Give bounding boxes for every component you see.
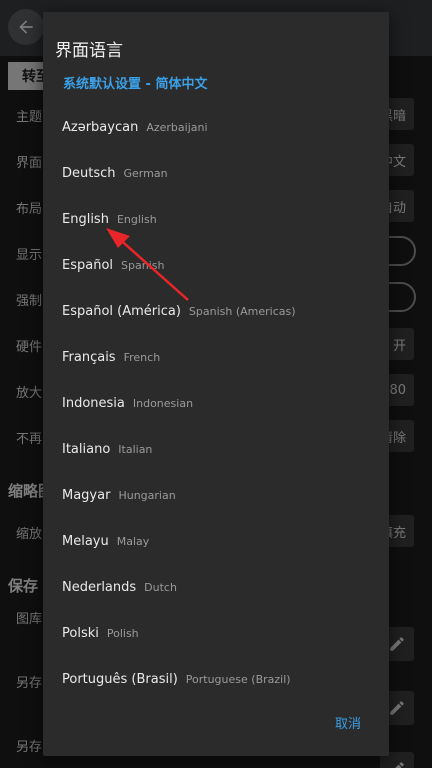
language-native-name: Español (62, 257, 114, 273)
language-item[interactable]: Nederlands Dutch (43, 564, 389, 610)
system-default-option[interactable]: 系统默认设置 - 简体中文 (63, 73, 207, 92)
language-english-name: Dutch (144, 580, 177, 594)
language-native-name: Français (62, 349, 116, 365)
language-item[interactable]: Melayu Malay (43, 518, 389, 564)
language-english-name: French (123, 350, 161, 364)
language-english-name: Azerbaijani (146, 120, 208, 134)
language-item[interactable]: Italiano Italian (43, 426, 389, 472)
language-english-name: Italian (118, 442, 153, 456)
language-native-name: Azərbaycan (62, 119, 139, 135)
language-native-name: Nederlands (62, 579, 137, 595)
language-english-name: Hungarian (118, 488, 176, 502)
language-english-name: Portuguese (Brazil) (185, 672, 291, 686)
cancel-button[interactable]: 取消 (335, 713, 361, 732)
language-item[interactable]: Español (América) Spanish (Americas) (43, 288, 389, 334)
language-native-name: Melayu (62, 533, 109, 549)
language-english-name: Spanish (121, 258, 165, 272)
language-native-name: Indonesia (62, 395, 125, 411)
language-native-name: English (62, 211, 109, 227)
language-dialog: 界面语言 系统默认设置 - 简体中文 Azərbaycan Azerbaijani… (43, 12, 389, 756)
language-item[interactable]: Indonesia Indonesian (43, 380, 389, 426)
language-native-name: Magyar (62, 487, 111, 503)
language-english-name: Polish (106, 626, 139, 640)
language-item[interactable]: Français French (43, 334, 389, 380)
language-english-name: Spanish (Americas) (188, 304, 296, 318)
language-item[interactable]: Español Spanish (43, 242, 389, 288)
language-english-name: Indonesian (132, 396, 194, 410)
language-item[interactable]: Azərbaycan Azerbaijani (43, 104, 389, 150)
language-item[interactable]: English English (43, 196, 389, 242)
language-english-name: German (123, 166, 168, 180)
language-native-name: Português (Brasil) (62, 671, 178, 687)
language-native-name: Polski (62, 625, 99, 641)
language-english-name: Malay (116, 534, 150, 548)
language-item[interactable]: Deutsch German (43, 150, 389, 196)
language-native-name: Deutsch (62, 165, 116, 181)
language-native-name: Italiano (62, 441, 111, 457)
language-item[interactable]: Magyar Hungarian (43, 472, 389, 518)
language-item[interactable]: Português (Brasil) Portuguese (Brazil) (43, 656, 389, 702)
language-native-name: Español (América) (62, 303, 181, 319)
language-english-name: English (116, 212, 157, 226)
language-list: Azərbaycan Azerbaijani Deutsch German Englis… (43, 104, 389, 702)
language-item[interactable]: Polski Polish (43, 610, 389, 656)
dialog-title: 界面语言 (55, 41, 123, 61)
